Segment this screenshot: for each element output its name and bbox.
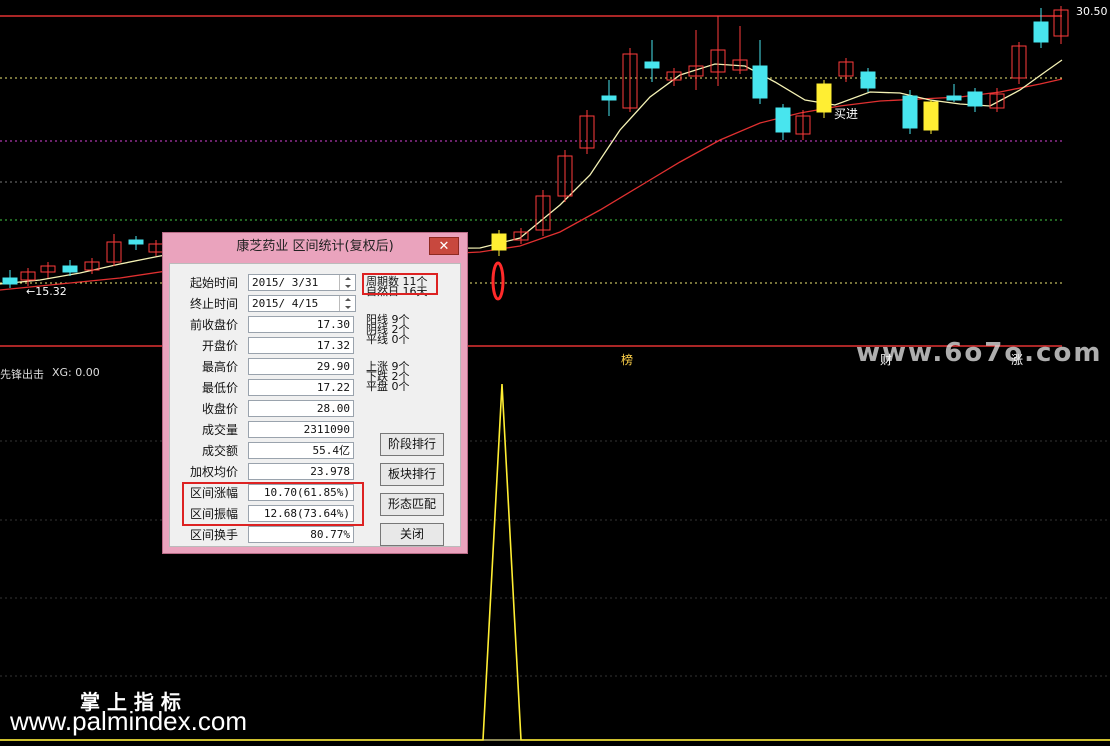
close-icon[interactable]: ✕ xyxy=(429,237,459,255)
stat-label: 收盘价 xyxy=(201,402,238,416)
candle-body xyxy=(946,95,962,101)
candle-body xyxy=(902,95,918,129)
end-time-label: 终止时间 xyxy=(189,297,238,311)
stat-value: 55.4亿 xyxy=(248,442,354,459)
stat-value: 2311090 xyxy=(248,421,354,438)
candle-body xyxy=(923,101,939,131)
candle-body xyxy=(860,71,876,89)
spin-icon[interactable] xyxy=(339,296,355,311)
flat-line-stat: 平线 0个 xyxy=(366,333,410,346)
highlight-ellipse xyxy=(491,261,505,301)
price-low-label: ←15.32 xyxy=(26,285,67,298)
stat-label: 开盘价 xyxy=(201,339,238,353)
candle-body xyxy=(128,239,144,245)
candle-body xyxy=(1033,21,1049,43)
candle-body xyxy=(644,61,660,69)
sector-rank-button[interactable]: 板块排行 xyxy=(380,463,444,486)
candle-body xyxy=(2,277,18,285)
watermark-brand-url: www.palmindex.com xyxy=(10,706,247,736)
marker-bang: 榜 xyxy=(621,353,634,367)
highlight-box-change xyxy=(182,482,364,526)
stat-label: 成交额 xyxy=(201,444,238,458)
price-high-label: 30.50 xyxy=(1076,5,1108,18)
watermark-top-right: www.6o7o.com xyxy=(856,338,1103,368)
pattern-match-button[interactable]: 形态匹配 xyxy=(380,493,444,516)
dialog-body: 起始时间 2015/ 3/31 终止时间 2015/ 4/15 前收盘价 17.3… xyxy=(169,263,461,547)
close-button[interactable]: 关闭 xyxy=(380,523,444,546)
stat-label: 最低价 xyxy=(201,381,238,395)
stat-label: 最高价 xyxy=(201,360,238,374)
buy-signal-label: 买进 xyxy=(834,107,859,121)
highlight-box-periods xyxy=(362,273,438,295)
stat-value: 17.30 xyxy=(248,316,354,333)
candle-body xyxy=(775,107,791,133)
stage-rank-button[interactable]: 阶段排行 xyxy=(380,433,444,456)
interval-stats-dialog: 康芝药业 区间统计(复权后) ✕ 起始时间 2015/ 3/31 终止时间 20… xyxy=(162,232,468,554)
candle-body xyxy=(752,65,768,99)
stat-value: 23.978 xyxy=(248,463,354,480)
stat-value: 17.32 xyxy=(248,337,354,354)
start-time-picker[interactable]: 2015/ 3/31 xyxy=(248,274,356,291)
end-time-picker[interactable]: 2015/ 4/15 xyxy=(248,295,356,312)
candle-body xyxy=(967,91,983,107)
candle-body xyxy=(601,95,617,101)
indicator-name: 先锋出击 xyxy=(0,368,44,381)
candle-body xyxy=(816,83,832,113)
stat-label: 区间换手 xyxy=(189,528,238,542)
dialog-title: 康芝药业 区间统计(复权后) xyxy=(236,239,394,254)
candle-body xyxy=(62,265,78,273)
flat-stat: 平盘 0个 xyxy=(366,380,410,393)
indicator-value: XG: 0.00 xyxy=(52,366,100,379)
stat-value: 28.00 xyxy=(248,400,354,417)
stat-label: 前收盘价 xyxy=(189,318,238,332)
stat-label: 成交量 xyxy=(201,423,238,437)
ma5-line xyxy=(0,59,1063,285)
start-time-label: 起始时间 xyxy=(189,276,238,290)
ma5-path xyxy=(0,59,1063,285)
stat-value: 80.77% xyxy=(248,526,354,543)
candle-body xyxy=(491,233,507,251)
stat-value: 17.22 xyxy=(248,379,354,396)
stat-value: 29.90 xyxy=(248,358,354,375)
spin-icon[interactable] xyxy=(339,275,355,290)
stat-label: 加权均价 xyxy=(189,465,238,479)
